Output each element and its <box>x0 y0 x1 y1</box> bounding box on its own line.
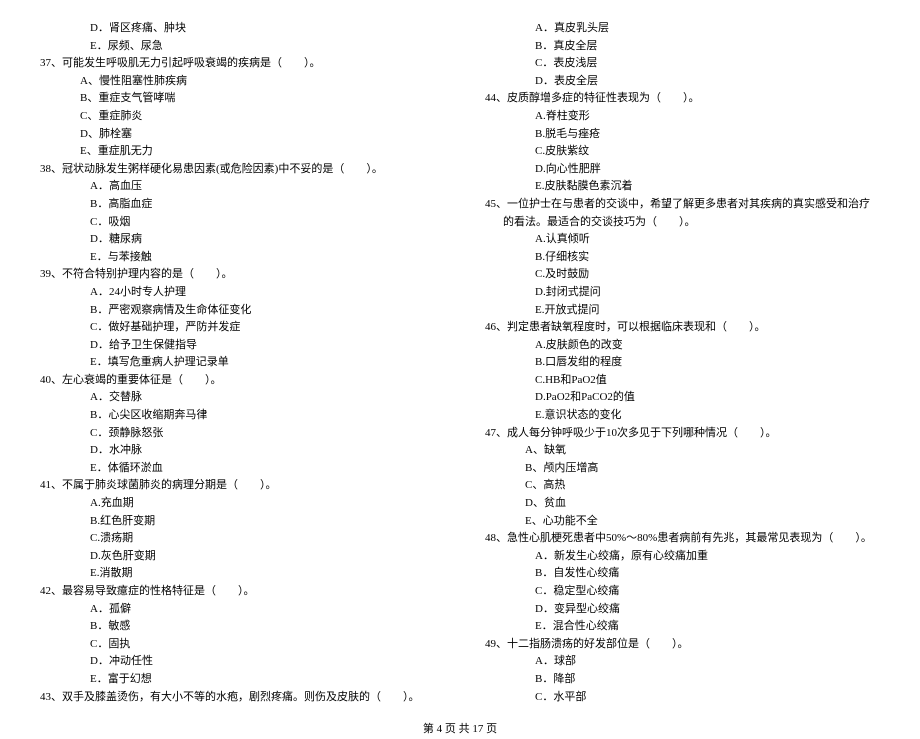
option-text: A．球部 <box>485 653 880 671</box>
document-content: D．肾区疼痛、肿块 E．尿频、尿急 37、可能发生呼吸肌无力引起呼吸衰竭的疾病是… <box>40 20 880 706</box>
question-40: 40、左心衰竭的重要体征是（ ）。 <box>40 372 435 390</box>
option-text: A．交替脉 <box>40 389 435 407</box>
option-text: D.向心性肥胖 <box>485 161 880 179</box>
option-text: E．与苯接触 <box>40 249 435 267</box>
question-45: 45、一位护士在与患者的交谈中，希望了解更多患者对其疾病的真实感受和治疗的看法。… <box>485 196 880 231</box>
option-text: E．富于幻想 <box>40 671 435 689</box>
option-text: A．真皮乳头层 <box>485 20 880 38</box>
option-text: B、重症支气管哮喘 <box>40 90 435 108</box>
option-text: D．水冲脉 <box>40 442 435 460</box>
option-text: E.开放式提问 <box>485 302 880 320</box>
option-text: C.HB和PaO2值 <box>485 372 880 390</box>
option-text: C、高热 <box>485 477 880 495</box>
option-text: B.脱毛与痤疮 <box>485 126 880 144</box>
option-text: E.意识状态的变化 <box>485 407 880 425</box>
option-text: B．降部 <box>485 671 880 689</box>
option-text: C．水平部 <box>485 689 880 707</box>
option-text: C、重症肺炎 <box>40 108 435 126</box>
option-text: B．敏感 <box>40 618 435 636</box>
question-44: 44、皮质醇增多症的特征性表现为（ ）。 <box>485 90 880 108</box>
option-text: B．高脂血症 <box>40 196 435 214</box>
option-text: C．做好基础护理，严防并发症 <box>40 319 435 337</box>
option-text: E．填写危重病人护理记录单 <box>40 354 435 372</box>
question-38: 38、冠状动脉发生粥样硬化易患因素(或危险因素)中不妥的是（ ）。 <box>40 161 435 179</box>
option-text: E．混合性心绞痛 <box>485 618 880 636</box>
option-text: A．孤僻 <box>40 601 435 619</box>
option-text: D.封闭式提问 <box>485 284 880 302</box>
option-text: B.口唇发绀的程度 <box>485 354 880 372</box>
option-text: E、重症肌无力 <box>40 143 435 161</box>
option-text: B.仔细核实 <box>485 249 880 267</box>
option-text: D．糖尿病 <box>40 231 435 249</box>
option-text: E.皮肤黏膜色素沉着 <box>485 178 880 196</box>
option-text: A．24小时专人护理 <box>40 284 435 302</box>
question-39: 39、不符合特别护理内容的是（ ）。 <box>40 266 435 284</box>
question-41: 41、不属于肺炎球菌肺炎的病理分期是（ ）。 <box>40 477 435 495</box>
question-43: 43、双手及膝盖烫伤，有大小不等的水疱，剧烈疼痛。则伤及皮肤的（ ）。 <box>40 689 435 707</box>
option-text: A．新发生心绞痛，原有心绞痛加重 <box>485 548 880 566</box>
option-text: B．真皮全层 <box>485 38 880 56</box>
option-text: C．固执 <box>40 636 435 654</box>
question-42: 42、最容易导致癔症的性格特征是（ ）。 <box>40 583 435 601</box>
question-46: 46、判定患者缺氧程度时，可以根据临床表现和（ ）。 <box>485 319 880 337</box>
option-text: B、颅内压增高 <box>485 460 880 478</box>
option-text: D.PaO2和PaCO2的值 <box>485 389 880 407</box>
option-text: A.脊柱变形 <box>485 108 880 126</box>
option-text: E．体循环淤血 <box>40 460 435 478</box>
option-text: A．高血压 <box>40 178 435 196</box>
question-49: 49、十二指肠溃疡的好发部位是（ ）。 <box>485 636 880 654</box>
question-47: 47、成人每分钟呼吸少于10次多见于下列哪种情况（ ）。 <box>485 425 880 443</box>
option-text: C.溃疡期 <box>40 530 435 548</box>
option-text: D．冲动任性 <box>40 653 435 671</box>
option-text: D．变异型心绞痛 <box>485 601 880 619</box>
option-text: E、心功能不全 <box>485 513 880 531</box>
option-text: A.认真倾听 <box>485 231 880 249</box>
option-text: D．给予卫生保健指导 <box>40 337 435 355</box>
option-text: C.皮肤紫纹 <box>485 143 880 161</box>
option-text: A.充血期 <box>40 495 435 513</box>
option-text: E.消散期 <box>40 565 435 583</box>
option-text: C．颈静脉怒张 <box>40 425 435 443</box>
option-text: B．自发性心绞痛 <box>485 565 880 583</box>
option-text: B.红色肝变期 <box>40 513 435 531</box>
option-text: D、肺栓塞 <box>40 126 435 144</box>
option-text: A、缺氧 <box>485 442 880 460</box>
option-text: B．严密观察病情及生命体征变化 <box>40 302 435 320</box>
option-text: C．吸烟 <box>40 214 435 232</box>
option-text: C．表皮浅层 <box>485 55 880 73</box>
option-text: D．肾区疼痛、肿块 <box>40 20 435 38</box>
right-column: A．真皮乳头层 B．真皮全层 C．表皮浅层 D．表皮全层 44、皮质醇增多症的特… <box>485 20 880 706</box>
option-text: B．心尖区收缩期奔马律 <box>40 407 435 425</box>
left-column: D．肾区疼痛、肿块 E．尿频、尿急 37、可能发生呼吸肌无力引起呼吸衰竭的疾病是… <box>40 20 435 706</box>
question-37: 37、可能发生呼吸肌无力引起呼吸衰竭的疾病是（ ）。 <box>40 55 435 73</box>
option-text: E．尿频、尿急 <box>40 38 435 56</box>
option-text: D、贫血 <box>485 495 880 513</box>
option-text: A、慢性阻塞性肺疾病 <box>40 73 435 91</box>
page-footer: 第 4 页 共 17 页 <box>40 721 880 739</box>
option-text: C.及时鼓励 <box>485 266 880 284</box>
option-text: D．表皮全层 <box>485 73 880 91</box>
option-text: C．稳定型心绞痛 <box>485 583 880 601</box>
option-text: D.灰色肝变期 <box>40 548 435 566</box>
question-48: 48、急性心肌梗死患者中50%～80%患者病前有先兆，其最常见表现为（ ）。 <box>485 530 880 548</box>
option-text: A.皮肤颜色的改变 <box>485 337 880 355</box>
